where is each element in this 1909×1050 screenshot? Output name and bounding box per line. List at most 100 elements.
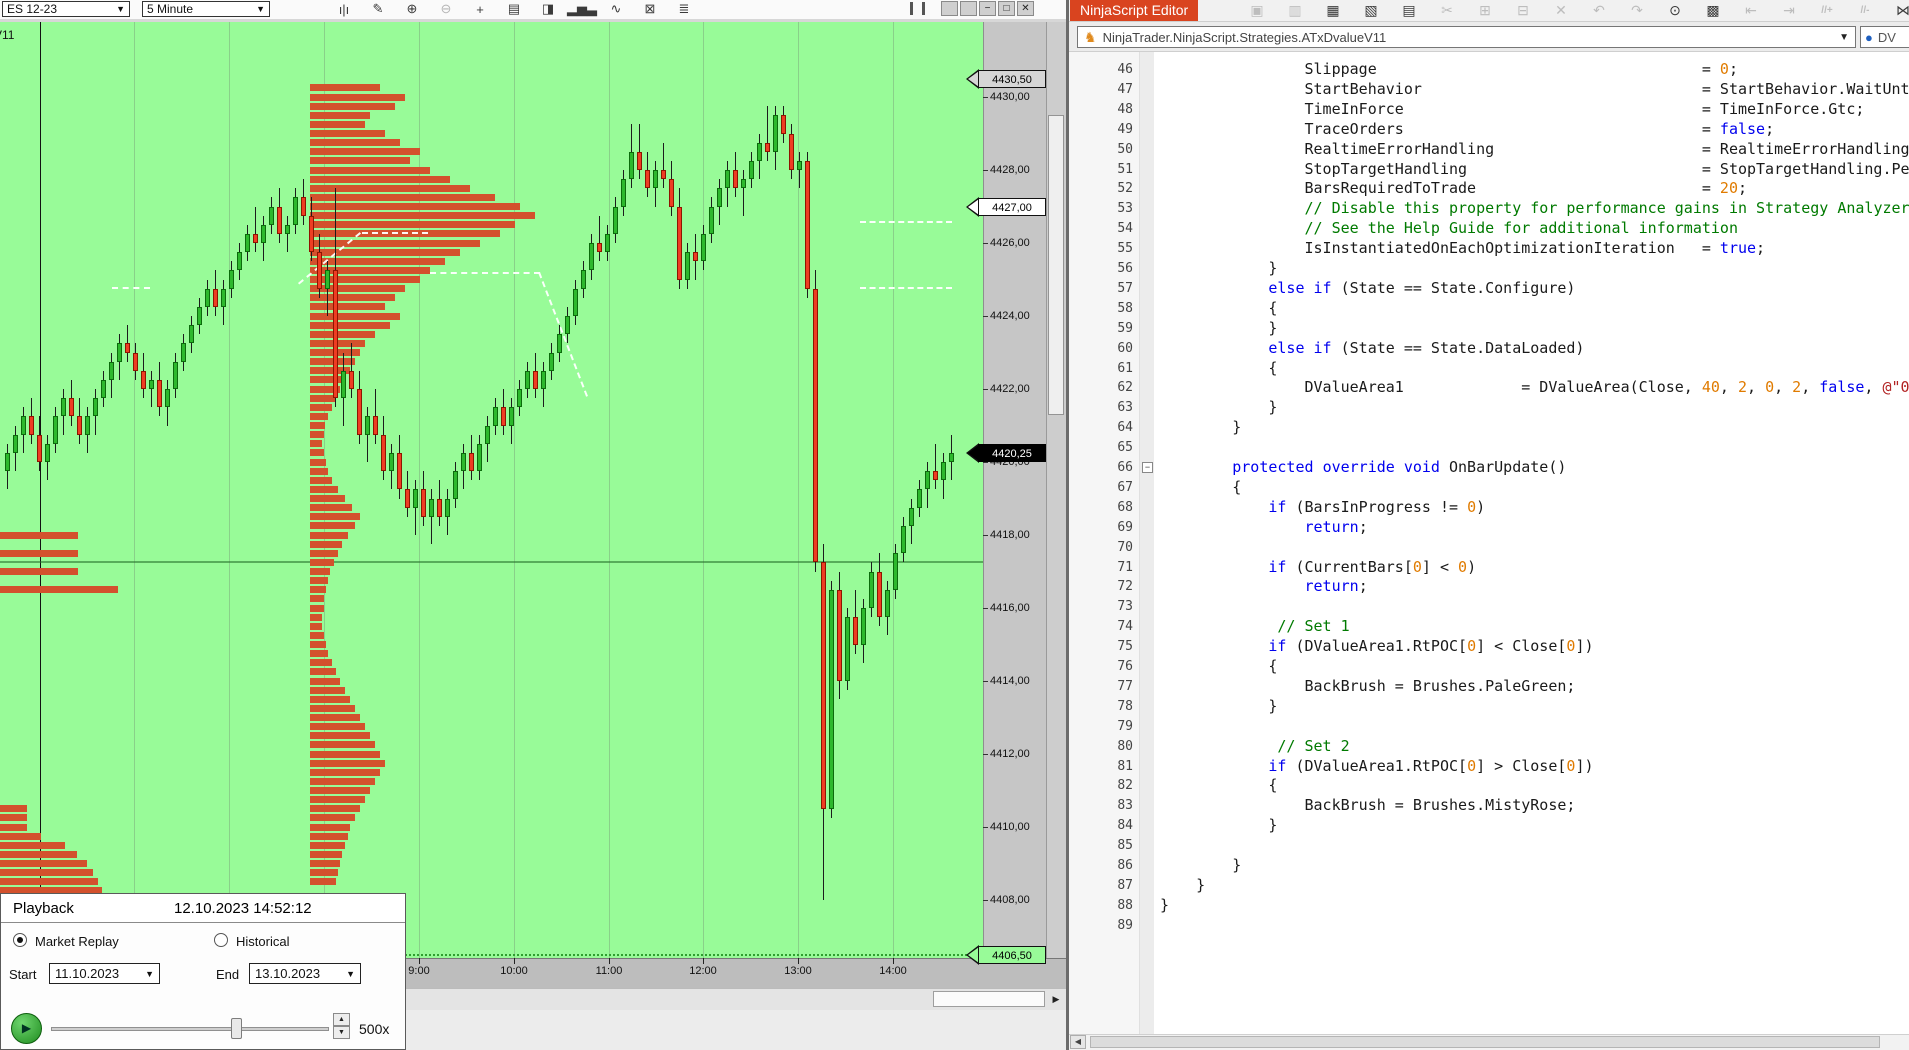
line-number: 76 bbox=[1117, 659, 1133, 674]
candle bbox=[773, 115, 778, 152]
candle bbox=[261, 224, 266, 243]
market-replay-radio[interactable] bbox=[13, 933, 27, 947]
volume-profile-bar bbox=[310, 568, 330, 575]
instrument-selector[interactable]: ES 12-23 ▼ bbox=[2, 1, 130, 17]
volume-profile-bar bbox=[310, 102, 395, 110]
code-line: 63 } bbox=[1069, 398, 1909, 418]
toolbar-grip[interactable] bbox=[910, 2, 925, 15]
drawing-tools-icon[interactable]: ∿ bbox=[602, 0, 630, 18]
volume-profile-bar bbox=[310, 540, 342, 548]
cut-icon: ✂ bbox=[1441, 2, 1453, 18]
candle bbox=[149, 379, 154, 389]
volume-profile-bar bbox=[310, 157, 410, 165]
candle bbox=[309, 215, 314, 253]
volume-profile-bar bbox=[310, 604, 324, 612]
candle bbox=[741, 179, 746, 189]
hour-gridline bbox=[514, 22, 515, 958]
line-number: 78 bbox=[1117, 698, 1133, 714]
editor-horizontal-scrollbar-thumb[interactable] bbox=[1090, 1036, 1880, 1048]
code-text: DValueArea1 = DValueArea(Close, 40, 2, 0… bbox=[1160, 378, 1909, 397]
volume-profile-bar bbox=[310, 768, 380, 776]
code-text: return; bbox=[1304, 517, 1368, 536]
candle bbox=[677, 206, 682, 280]
play-button[interactable]: ▶ bbox=[11, 1013, 42, 1044]
volume-profile-bar bbox=[310, 732, 370, 740]
volume-profile-bar bbox=[0, 568, 78, 575]
candle bbox=[693, 252, 698, 262]
ninjascript-editor-window: NinjaScript Editor ▣ ▥ ▦ ▧ ▤ ✂ ⊞ ⊟ ✕ ↶ ↷ ⊙ ▩ ⇤ ⇥ //+ //-… bbox=[1069, 0, 1909, 1050]
candle bbox=[29, 416, 34, 435]
volume-profile-bar bbox=[310, 93, 405, 101]
line-number: 47 bbox=[1117, 81, 1133, 97]
file-list-icon[interactable]: ▤ bbox=[1397, 1, 1421, 20]
volume-profile-bar bbox=[310, 303, 385, 311]
crosshair-icon[interactable]: + bbox=[466, 0, 494, 18]
code-editor[interactable]: 46 Slippage = 0; 47 StartBehavior = Start… bbox=[1069, 52, 1909, 1034]
line-number: 65 bbox=[1117, 440, 1133, 456]
code-text: { bbox=[1160, 776, 1278, 795]
start-date-dropdown[interactable]: 11.10.2023 ▼ bbox=[49, 963, 160, 984]
price-axis-scrollbar-thumb[interactable] bbox=[1048, 115, 1064, 415]
chart-horizontal-scrollbar-thumb[interactable] bbox=[933, 991, 1045, 1007]
close-button[interactable]: ✕ bbox=[1017, 1, 1034, 16]
restore-button[interactable]: □ bbox=[998, 1, 1015, 16]
candle bbox=[925, 471, 930, 490]
candle bbox=[909, 507, 914, 526]
playback-title: Playback bbox=[13, 900, 74, 917]
candle bbox=[565, 316, 570, 335]
find-icon[interactable]: ⊙ bbox=[1663, 1, 1687, 20]
zoom-in-icon[interactable]: ⊕ bbox=[398, 0, 426, 18]
class-selector-dropdown[interactable]: ♞ NinjaTrader.NinjaScript.Strategies.ATx… bbox=[1077, 26, 1856, 48]
speed-up-button[interactable]: ▲ bbox=[333, 1013, 350, 1026]
properties-icon[interactable]: ≣ bbox=[670, 0, 698, 18]
chart-trader-icon[interactable]: ◨ bbox=[534, 0, 562, 18]
draw-pencil-icon[interactable]: ✎ bbox=[364, 0, 392, 18]
zoom-out-icon[interactable]: ⊖ bbox=[432, 0, 460, 18]
historical-radio[interactable] bbox=[214, 933, 228, 947]
playback-titlebar[interactable]: Playback 12.10.2023 14:52:12 bbox=[1, 894, 405, 923]
scroll-right-arrow-icon[interactable]: ▶ bbox=[1048, 991, 1064, 1007]
price-axis-label: 4418,00 bbox=[990, 529, 1030, 541]
code-text: else if (State == State.Configure) bbox=[1268, 278, 1576, 297]
candle bbox=[701, 233, 706, 262]
scroll-left-arrow-icon[interactable]: ◀ bbox=[1070, 1035, 1086, 1049]
speed-slider-track[interactable] bbox=[51, 1027, 329, 1031]
compile-icon[interactable]: ▩ bbox=[1701, 1, 1725, 20]
minimize-button[interactable]: − bbox=[979, 1, 996, 16]
candle bbox=[253, 233, 258, 243]
candle bbox=[389, 452, 394, 472]
code-fold-marker[interactable]: − bbox=[1142, 462, 1153, 473]
candle bbox=[333, 270, 338, 399]
member-selector-dropdown[interactable]: ● DV bbox=[1860, 26, 1909, 48]
titlebar-button-1[interactable] bbox=[941, 1, 958, 16]
comment-icon: //+ bbox=[1821, 5, 1833, 16]
volume-profile-bar bbox=[310, 777, 375, 785]
volume-profile-bar bbox=[310, 84, 380, 92]
volume-profile-bar bbox=[310, 650, 328, 658]
period-selector[interactable]: 5 Minute ▼ bbox=[142, 1, 270, 17]
price-axis-tick bbox=[983, 535, 988, 536]
bar-type-icon[interactable]: ı|ı bbox=[330, 0, 358, 18]
chart-plot-area[interactable]: V11 bbox=[0, 22, 983, 958]
speed-slider-thumb[interactable] bbox=[231, 1018, 242, 1039]
volume-profile-bar bbox=[310, 850, 342, 858]
end-date-dropdown[interactable]: 13.10.2023 ▼ bbox=[249, 963, 361, 984]
indicators-icon[interactable]: ▂▅▃ bbox=[567, 0, 597, 18]
hour-gridline bbox=[893, 22, 894, 958]
data-series-icon[interactable]: ▤ bbox=[500, 0, 528, 18]
candle bbox=[117, 343, 122, 362]
titlebar-button-2[interactable] bbox=[960, 1, 977, 16]
code-text: { bbox=[1160, 657, 1278, 675]
print-preview-icon[interactable]: ▧ bbox=[1359, 1, 1383, 20]
speed-down-button[interactable]: ▼ bbox=[333, 1026, 350, 1039]
print-icon[interactable]: ▦ bbox=[1321, 1, 1345, 20]
code-line: 77 BackBrush = Brushes.PaleGreen; bbox=[1069, 677, 1909, 697]
strategies-icon[interactable]: ⊠ bbox=[636, 0, 664, 18]
visual-studio-icon[interactable]: ⋈ bbox=[1891, 1, 1909, 20]
indicator-dashed-line bbox=[430, 272, 540, 275]
chevron-down-icon: ▼ bbox=[116, 4, 125, 14]
code-line: 56 } bbox=[1069, 259, 1909, 279]
paste-icon: ⊟ bbox=[1517, 2, 1529, 18]
volume-profile-bar bbox=[310, 203, 520, 210]
candle bbox=[469, 452, 474, 472]
